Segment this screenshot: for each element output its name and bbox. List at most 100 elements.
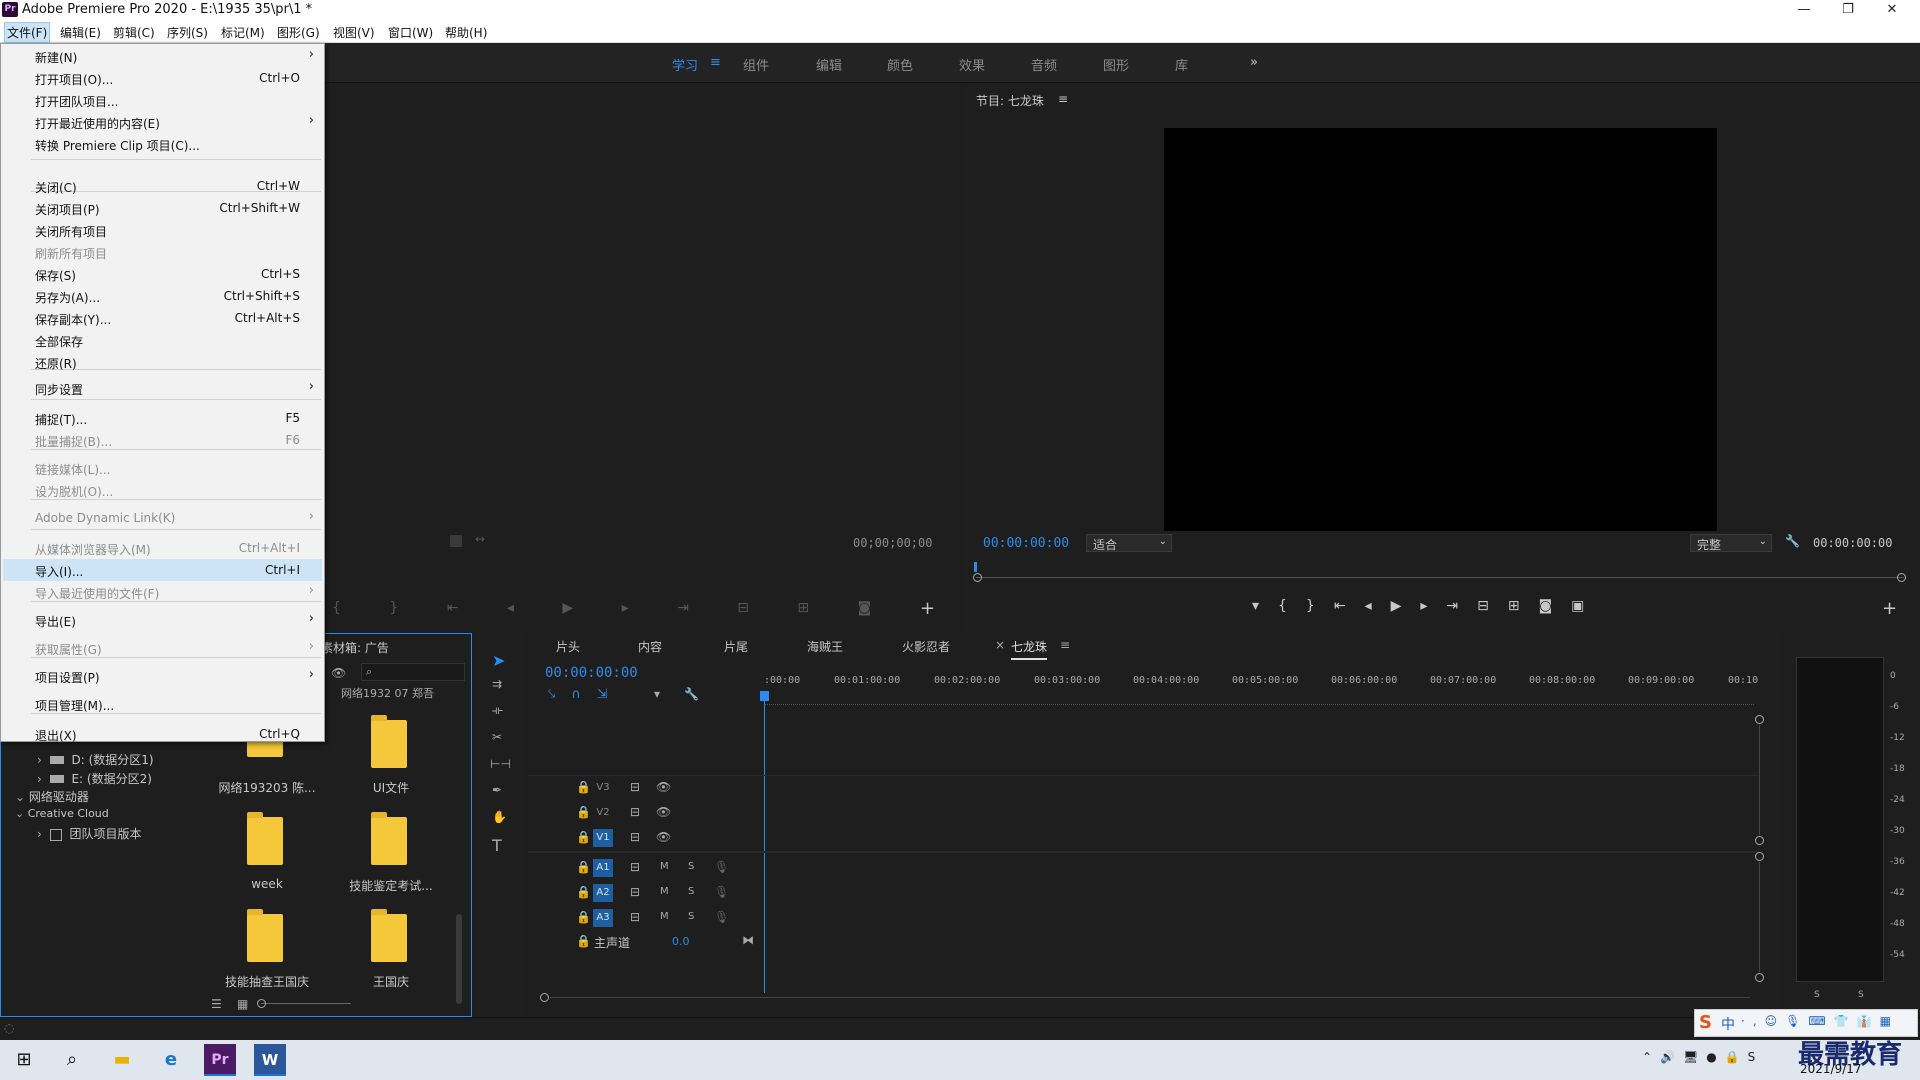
lock-icon[interactable]: 🔒	[576, 780, 591, 794]
file-menu-item[interactable]: 转换 Premiere Clip 项目(C)...	[3, 133, 322, 155]
microphone-icon[interactable]: 🎙	[714, 860, 729, 874]
timeline-tab-intro[interactable]: 片头	[556, 638, 580, 655]
eye-icon[interactable]: 👁	[656, 805, 671, 819]
track-select-tool-icon[interactable]: ⇉	[492, 677, 502, 691]
vertical-scroll-handle[interactable]	[1755, 973, 1764, 982]
mute-button[interactable]: M	[660, 886, 669, 897]
file-menu-item[interactable]: 导入(I)... Ctrl+I	[3, 559, 322, 581]
vertical-scroll-handle[interactable]	[1755, 852, 1764, 861]
lock-icon[interactable]: 🔒	[576, 885, 591, 899]
program-panel-menu-icon[interactable]: ≡	[1058, 92, 1068, 106]
vertical-scrollbar[interactable]	[1759, 862, 1760, 972]
razor-tool-icon[interactable]: ✂	[492, 730, 502, 744]
track-label[interactable]: A2	[593, 884, 613, 902]
mute-button[interactable]: M	[660, 861, 669, 872]
tree-item-network-drives[interactable]: ⌄ 网络驱动器	[15, 788, 89, 805]
folder-icon[interactable]	[247, 812, 283, 865]
ime-toolbar[interactable]: S 中 ·,☺🎙⌨👕👔▦	[1694, 1009, 1918, 1037]
menu-clip[interactable]: 剪辑(C)	[111, 23, 157, 42]
wrench-icon[interactable]: 🔧	[1785, 534, 1800, 548]
tree-item-drive-e[interactable]: › E: (数据分区2)	[37, 770, 152, 787]
meter-solo-left[interactable]: S	[1814, 990, 1820, 1000]
workspace-effects[interactable]: 效果	[959, 55, 985, 74]
playhead-handle[interactable]	[760, 691, 769, 701]
file-menu-item[interactable]: 保存副本(Y)... Ctrl+Alt+S	[3, 307, 322, 329]
timeline-menu-icon[interactable]: ≡	[1060, 638, 1070, 652]
source-add-button-icon[interactable]: +	[920, 598, 935, 619]
menu-graphics[interactable]: 图形(G)	[275, 23, 322, 42]
ripple-edit-tool-icon[interactable]: ⟛	[492, 703, 503, 718]
workspace-graphics[interactable]: 图形	[1103, 55, 1129, 74]
timeline-tab-onepiece[interactable]: 海贼王	[807, 638, 843, 655]
program-fit-select[interactable]: 适合 ⌄	[1086, 534, 1172, 552]
tree-item-drive-d[interactable]: › D: (数据分区1)	[37, 751, 154, 768]
program-add-button-icon[interactable]: +	[1882, 598, 1897, 619]
timeline-tab-content[interactable]: 内容	[638, 638, 662, 655]
tree-item-creative-cloud[interactable]: ⌄ Creative Cloud	[15, 807, 109, 820]
bin-item-label[interactable]: 网络193203 陈...	[207, 779, 327, 796]
file-menu-item[interactable]: 另存为(A)... Ctrl+Shift+S	[3, 285, 322, 307]
track-label[interactable]: V1	[593, 829, 613, 847]
workspace-libraries[interactable]: 库	[1175, 55, 1188, 74]
file-menu-item[interactable]: 全部保存	[3, 329, 322, 351]
track-label[interactable]: A1	[593, 859, 613, 877]
file-menu-item[interactable]: 关闭(C) Ctrl+W	[3, 175, 322, 197]
file-menu-item[interactable]: 打开项目(O)... Ctrl+O	[3, 67, 322, 89]
menu-window[interactable]: 窗口(W)	[386, 23, 435, 42]
ime-toolbar-icons[interactable]: ·,☺🎙⌨👕👔▦	[1741, 1014, 1899, 1028]
file-menu-item[interactable]: 关闭项目(P) Ctrl+Shift+W	[3, 197, 322, 219]
selection-tool-icon[interactable]: ➤	[492, 651, 505, 670]
track-label[interactable]: V3	[593, 779, 613, 797]
workspace-audio[interactable]: 音频	[1031, 55, 1057, 74]
microphone-icon[interactable]: 🎙	[714, 885, 729, 899]
track-label[interactable]: V2	[593, 804, 613, 822]
microphone-icon[interactable]: 🎙	[714, 910, 729, 924]
file-menu-item[interactable]: 项目设置(P) ›	[3, 665, 322, 687]
vertical-scroll-handle[interactable]	[1755, 715, 1764, 724]
tree-item-team-versions[interactable]: › 团队项目版本	[37, 825, 141, 842]
lock-icon[interactable]: 🔒	[576, 830, 591, 844]
program-timecode[interactable]: 00:00:00:00	[983, 536, 1069, 551]
source-insert-icon[interactable]: ↔	[475, 532, 485, 546]
add-marker-icon[interactable]: ▾	[654, 687, 660, 701]
bin-item-label[interactable]: UI文件	[331, 779, 451, 796]
menu-edit[interactable]: 编辑(E)	[58, 23, 103, 42]
search-icon[interactable]: ⌕	[56, 1044, 88, 1076]
master-volume-value[interactable]: 0.0	[672, 935, 690, 948]
windows-start-icon[interactable]: ⊞	[8, 1044, 40, 1076]
sync-lock-icon[interactable]: ⊟	[630, 780, 640, 794]
bin-item-label[interactable]: 技能鉴定考试...	[331, 877, 451, 894]
sync-lock-icon[interactable]: ⊟	[630, 860, 640, 874]
timeline-tab-naruto[interactable]: 火影忍者	[902, 638, 950, 655]
project-bin-tab[interactable]: 素材箱: 广告	[321, 639, 389, 656]
hand-tool-icon[interactable]: ✋	[492, 810, 507, 824]
workspace-menu-icon[interactable]: ≡	[710, 55, 721, 70]
source-marker-icon[interactable]	[450, 535, 462, 547]
horizontal-scrollbar[interactable]	[550, 997, 1750, 998]
premiere-taskbar-icon[interactable]: Pr	[204, 1044, 236, 1076]
vertical-scrollbar[interactable]	[1759, 725, 1760, 835]
file-menu-item[interactable]: 打开最近使用的内容(E) ›	[3, 111, 322, 133]
folder-icon[interactable]	[247, 909, 283, 962]
restore-button[interactable]: ❐	[1826, 0, 1870, 20]
file-menu-item[interactable]: 捕捉(T)... F5	[3, 407, 322, 429]
folder-icon[interactable]	[371, 715, 407, 768]
program-transport-controls[interactable]: ▾{}⇤◂▶▸⇥⊟⊞◙▣	[1252, 598, 1603, 614]
sync-lock-icon[interactable]: ⊟	[630, 885, 640, 899]
timeline-settings-wrench-icon[interactable]: 🔧	[684, 687, 699, 701]
scrub-start-handle[interactable]	[973, 573, 982, 582]
slip-tool-icon[interactable]: ⊢⊣	[490, 757, 511, 771]
bin-item-label[interactable]: 王国庆	[331, 973, 451, 990]
eye-icon[interactable]: 👁	[331, 666, 346, 680]
eye-icon[interactable]: 👁	[656, 830, 671, 844]
workspace-learn[interactable]: 学习	[672, 55, 698, 74]
project-scrollbar[interactable]	[456, 914, 462, 1004]
lock-icon[interactable]: 🔒	[576, 934, 591, 948]
program-scrub-bar[interactable]	[976, 577, 1904, 578]
sync-lock-icon[interactable]: ⊟	[630, 910, 640, 924]
file-menu-item[interactable]: 项目管理(M)...	[3, 693, 322, 715]
scrub-end-handle[interactable]	[1897, 573, 1906, 582]
zoom-slider[interactable]	[261, 1003, 351, 1004]
word-taskbar-icon[interactable]: W	[254, 1044, 286, 1076]
meter-solo-right[interactable]: S	[1858, 990, 1864, 1000]
